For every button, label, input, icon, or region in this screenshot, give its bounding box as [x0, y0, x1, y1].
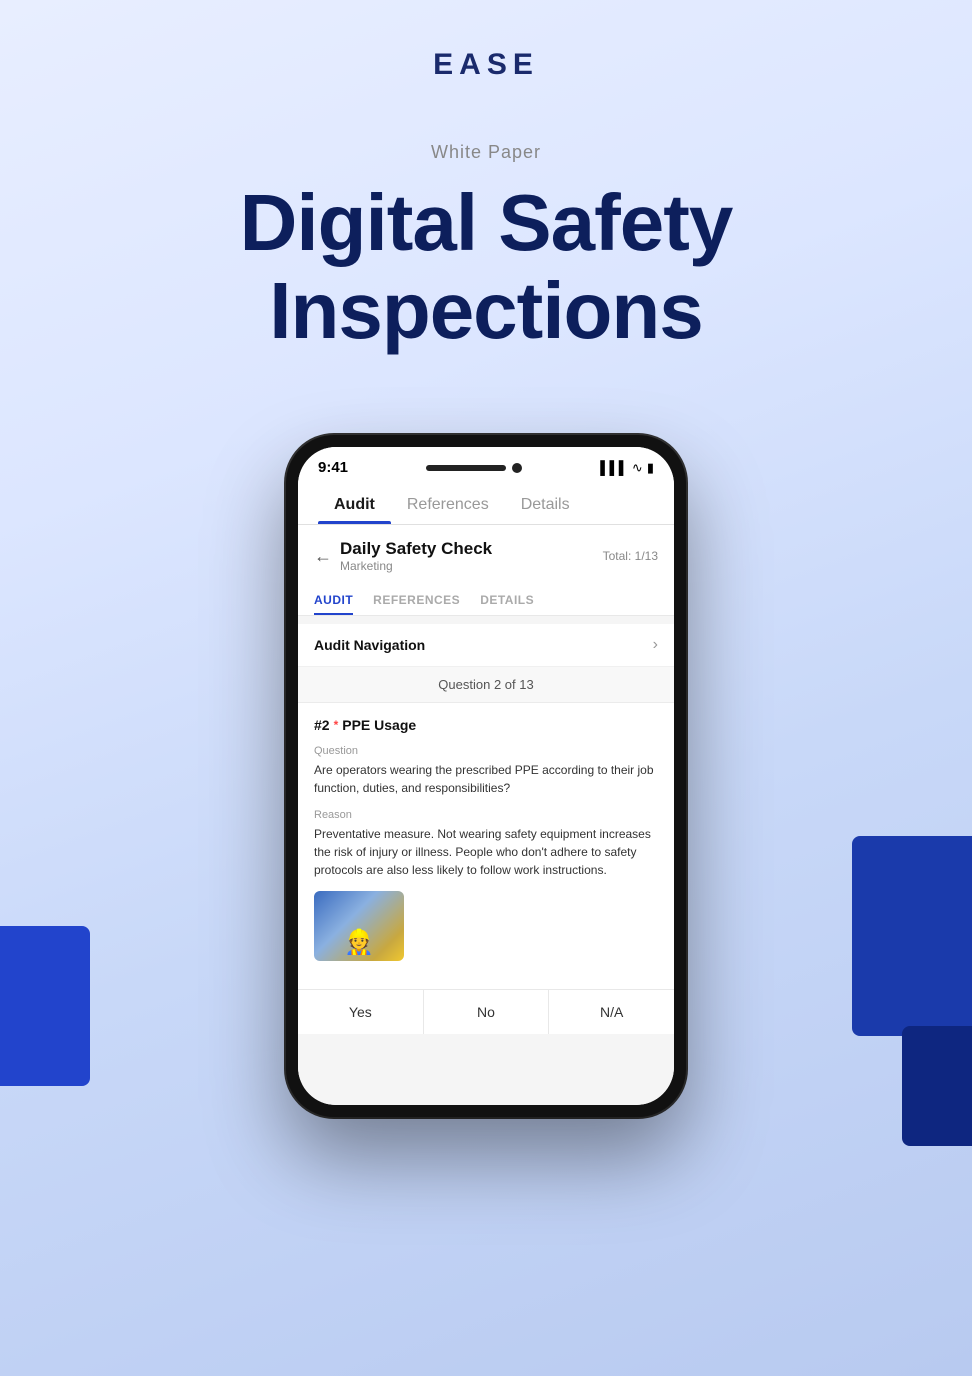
- status-bar: 9:41 ▌▌▌ ∿ ▮: [298, 447, 674, 484]
- question-number: #2: [314, 717, 330, 733]
- outer-tab-audit[interactable]: Audit: [318, 484, 391, 524]
- wifi-icon: ∿: [632, 460, 643, 476]
- main-title-line1: Digital Safety: [240, 178, 733, 267]
- inner-tab-bar: AUDIT REFERENCES DETAILS: [314, 585, 658, 615]
- question-title: #2 * PPE Usage: [314, 717, 658, 733]
- notch-bar: [426, 465, 506, 471]
- question-counter-text: Question 2 of 13: [438, 677, 533, 692]
- app-title: Daily Safety Check: [340, 539, 603, 559]
- chevron-right-icon: ›: [653, 636, 658, 654]
- inner-tab-references[interactable]: REFERENCES: [373, 585, 460, 615]
- app-header: ← Daily Safety Check Marketing Total: 1/…: [298, 525, 674, 616]
- total-badge: Total: 1/13: [603, 549, 658, 563]
- main-title-line2: Inspections: [269, 266, 703, 355]
- status-icons: ▌▌▌ ∿ ▮: [600, 460, 654, 476]
- logo: EASE: [433, 48, 539, 82]
- inner-tab-audit[interactable]: AUDIT: [314, 585, 353, 615]
- phone-content: ← Daily Safety Check Marketing Total: 1/…: [298, 525, 674, 1105]
- outer-tab-details[interactable]: Details: [505, 484, 586, 524]
- main-title: Digital Safety Inspections: [0, 179, 972, 355]
- battery-icon: ▮: [647, 460, 654, 476]
- app-subtitle: Marketing: [340, 559, 603, 573]
- question-field-label: Question: [314, 745, 658, 757]
- phone-screen: 9:41 ▌▌▌ ∿ ▮ Audit References Details: [298, 447, 674, 1105]
- camera-dot: [512, 463, 522, 473]
- no-button[interactable]: No: [424, 990, 550, 1034]
- audit-navigation-label: Audit Navigation: [314, 637, 425, 653]
- outer-tab-bar: Audit References Details: [298, 484, 674, 525]
- phone-device: 9:41 ▌▌▌ ∿ ▮ Audit References Details: [286, 435, 686, 1117]
- signal-icon: ▌▌▌: [600, 460, 628, 475]
- inner-tab-details[interactable]: DETAILS: [480, 585, 534, 615]
- action-buttons-row: Yes No N/A: [298, 989, 674, 1034]
- white-paper-label: White Paper: [0, 142, 972, 163]
- back-arrow-icon: ←: [314, 546, 332, 567]
- question-topic: PPE Usage: [342, 717, 416, 733]
- question-field-text: Are operators wearing the prescribed PPE…: [314, 761, 658, 797]
- reason-field-label: Reason: [314, 809, 658, 821]
- reason-field-text: Preventative measure. Not wearing safety…: [314, 825, 658, 879]
- worker-image: [314, 891, 404, 961]
- yes-button[interactable]: Yes: [298, 990, 424, 1034]
- notch-area: [426, 463, 522, 473]
- na-button[interactable]: N/A: [549, 990, 674, 1034]
- phone-container: 9:41 ▌▌▌ ∿ ▮ Audit References Details: [0, 435, 972, 1117]
- question-counter-row: Question 2 of 13: [298, 667, 674, 703]
- back-button[interactable]: ←: [314, 546, 332, 567]
- app-title-group: Daily Safety Check Marketing: [340, 539, 603, 573]
- content-area: #2 * PPE Usage Question Are operators we…: [298, 703, 674, 989]
- required-star: *: [334, 718, 339, 732]
- app-header-top: ← Daily Safety Check Marketing Total: 1/…: [314, 539, 658, 573]
- status-time: 9:41: [318, 459, 348, 476]
- outer-tab-references[interactable]: References: [391, 484, 505, 524]
- audit-navigation-row[interactable]: Audit Navigation ›: [298, 624, 674, 667]
- page-header: EASE White Paper Digital Safety Inspecti…: [0, 0, 972, 355]
